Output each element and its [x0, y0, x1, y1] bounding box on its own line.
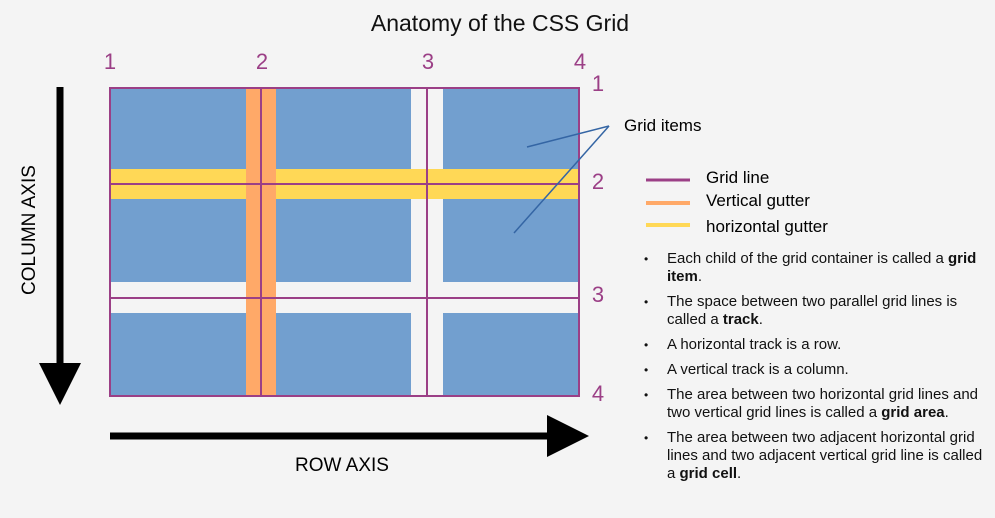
grid-item: [110, 313, 246, 396]
column-axis-label: COLUMN AXIS: [19, 165, 40, 295]
note-item: A horizontal track is a row.: [640, 336, 990, 354]
note-item: The area between two horizontal grid lin…: [640, 386, 990, 422]
row-line-number: 4: [592, 381, 604, 406]
column-line-number: 3: [422, 49, 434, 74]
grid-item: [276, 199, 411, 282]
column-line-number: 2: [256, 49, 268, 74]
column-line-number: 4: [574, 49, 586, 74]
grid-item: [443, 199, 579, 282]
row-axis-label: ROW AXIS: [295, 455, 389, 476]
legend-label: Vertical gutter: [706, 191, 810, 210]
grid-items-callout-label: Grid items: [624, 116, 701, 135]
legend: Grid line Vertical gutter horizontal gut…: [646, 168, 828, 236]
row-line-number: 1: [592, 71, 604, 96]
note-item: The area between two adjacent horizontal…: [640, 429, 990, 483]
grid-item: [276, 88, 411, 169]
notes-list: Each child of the grid container is call…: [640, 250, 990, 490]
note-item: Each child of the grid container is call…: [640, 250, 990, 286]
row-line-number: 3: [592, 282, 604, 307]
note-item: A vertical track is a column.: [640, 361, 990, 379]
grid-item: [110, 88, 246, 169]
grid-item: [443, 88, 579, 169]
grid-item: [110, 199, 246, 282]
column-line-numbers: 1 2 3 4: [104, 49, 586, 74]
legend-label: Grid line: [706, 168, 769, 187]
legend-label: horizontal gutter: [706, 217, 828, 236]
row-line-numbers: 1 2 3 4: [592, 71, 604, 406]
grid-item: [443, 313, 579, 396]
grid-item: [276, 313, 411, 396]
row-line-number: 2: [592, 169, 604, 194]
grid-items: [110, 88, 579, 396]
column-line-number: 1: [104, 49, 116, 74]
note-item: The space between two parallel grid line…: [640, 293, 990, 329]
